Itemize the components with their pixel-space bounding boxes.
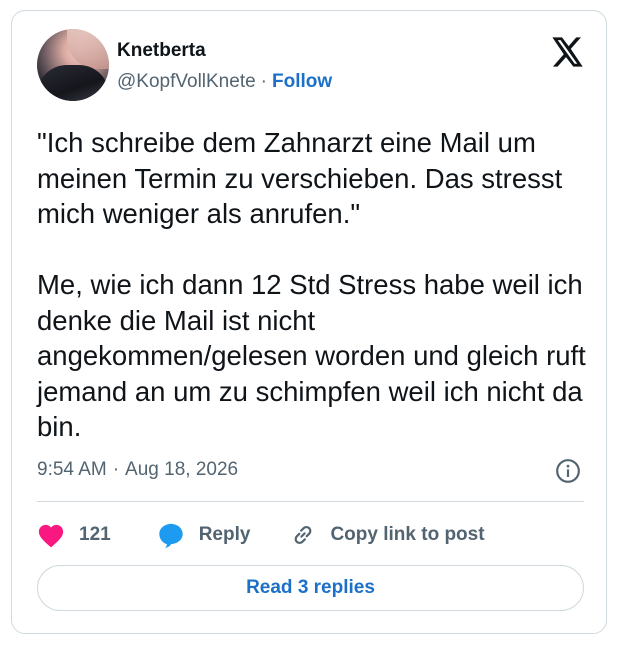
handle-separator: ·	[260, 71, 267, 92]
author-display-name[interactable]: Knetberta	[117, 40, 206, 62]
tweet-time: 9:54 AM	[37, 459, 107, 480]
copy-link-button[interactable]: Copy link to post	[290, 522, 485, 548]
action-bar: 121 Reply Copy link to post	[37, 518, 485, 552]
info-icon[interactable]	[555, 458, 581, 484]
read-replies-button[interactable]: Read 3 replies	[37, 565, 584, 611]
divider	[37, 501, 584, 502]
reply-label: Reply	[198, 524, 251, 545]
author-handle-row: @KopfVollKnete · Follow	[117, 71, 332, 93]
copy-link-label: Copy link to post	[330, 524, 485, 545]
avatar-hair	[67, 29, 109, 69]
reply-bubble-icon	[159, 523, 183, 548]
like-button[interactable]: 121	[37, 522, 111, 548]
follow-button[interactable]: Follow	[272, 71, 332, 92]
heart-icon	[38, 524, 64, 548]
avatar-shoulder	[37, 65, 109, 101]
like-count: 121	[79, 524, 111, 545]
link-icon	[295, 525, 312, 545]
reply-button[interactable]: Reply	[157, 521, 251, 549]
avatar[interactable]	[37, 29, 109, 101]
tweet-text: "Ich schreibe dem Zahnarzt eine Mail um …	[37, 127, 586, 442]
x-logo-icon[interactable]	[552, 37, 584, 67]
tweet-date: Aug 18, 2026	[125, 459, 239, 480]
author-handle[interactable]: @KopfVollKnete	[117, 71, 256, 92]
timestamp-separator: ·	[112, 459, 120, 480]
tweet-timestamp-row[interactable]: 9:54 AM · Aug 18, 2026	[37, 459, 238, 481]
tweet-card: Knetberta @KopfVollKnete · Follow "Ich sch…	[11, 10, 607, 634]
